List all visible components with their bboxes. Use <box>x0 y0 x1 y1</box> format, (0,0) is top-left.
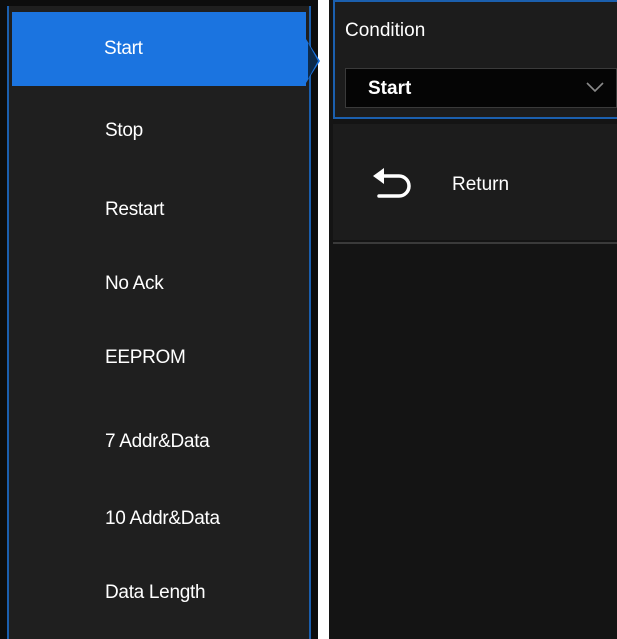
menu-item-label: 10 Addr&Data <box>105 508 220 529</box>
return-icon <box>373 168 411 198</box>
menu-item-label: Start <box>104 38 143 59</box>
menu-item-data-length[interactable]: Data Length <box>12 556 306 630</box>
menu-item-label: Data Length <box>105 582 206 603</box>
chevron-down-icon <box>586 82 604 93</box>
selection-pointer-inner <box>308 43 318 79</box>
condition-label: Condition <box>345 20 426 41</box>
trigger-condition-menu: Start Stop Restart No Ack EEPROM 7 Addr&… <box>0 0 318 639</box>
menu-item-label: Stop <box>105 120 143 141</box>
return-button[interactable]: Return <box>333 124 617 240</box>
menu-item-label: No Ack <box>105 273 164 294</box>
menu-item-label: Restart <box>105 199 165 220</box>
menu-item-7-addr-data[interactable]: 7 Addr&Data <box>12 405 306 479</box>
menu-item-start[interactable]: Start <box>12 12 306 86</box>
condition-group: Condition Start <box>333 0 617 119</box>
menu-item-stop[interactable]: Stop <box>12 94 306 168</box>
return-label: Return <box>452 174 510 195</box>
menu-item-label: 7 Addr&Data <box>105 431 210 452</box>
menu-item-restart[interactable]: Restart <box>12 173 306 247</box>
condition-dropdown[interactable]: Start <box>345 68 617 108</box>
menu-item-10-addr-data[interactable]: 10 Addr&Data <box>12 482 306 556</box>
menu-item-eeprom[interactable]: EEPROM <box>12 321 306 395</box>
condition-value: Start <box>368 78 412 99</box>
menu-item-no-ack[interactable]: No Ack <box>12 247 306 321</box>
menu-item-label: EEPROM <box>105 347 186 368</box>
divider <box>333 242 617 244</box>
condition-panel: Condition Start Return <box>329 0 617 639</box>
